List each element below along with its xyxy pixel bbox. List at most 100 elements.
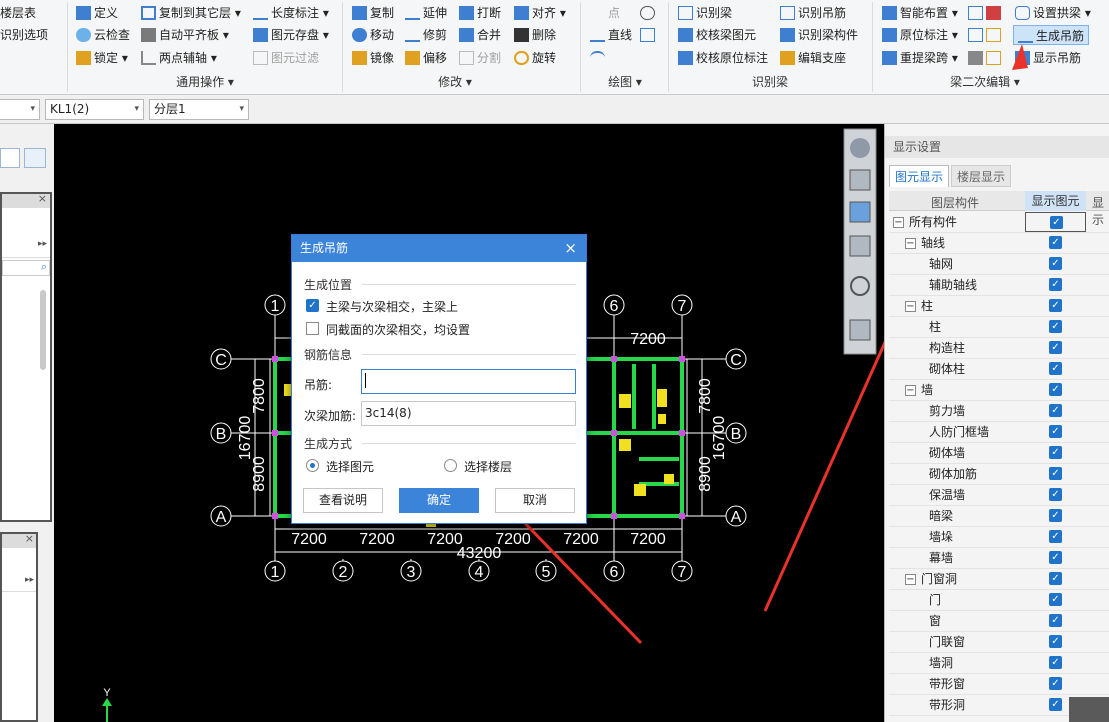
set-arch-beam-button[interactable]: 设置拱梁 ▾ — [1015, 3, 1091, 23]
collapse-icon[interactable]: − — [905, 301, 916, 312]
recognize-options-button[interactable]: 识别选项 — [0, 25, 48, 45]
list-view-icon[interactable] — [0, 148, 20, 168]
tree-row[interactable]: 保温墙 ✓ — [889, 485, 1109, 506]
element-combo[interactable]: KL1(2) ▾ — [45, 99, 144, 120]
checkbox-unchecked-icon[interactable] — [306, 322, 319, 335]
tree-row[interactable]: 辅助轴线 ✓ — [889, 275, 1109, 296]
tree-row[interactable]: − 所有构件 ✓ — [889, 212, 1109, 233]
checkbox-checked-icon[interactable]: ✓ — [1049, 530, 1062, 543]
tree-row[interactable]: 剪力墙 ✓ — [889, 401, 1109, 422]
search-input[interactable]: ⌕ — [2, 260, 50, 276]
radio-selected-icon[interactable] — [306, 459, 319, 472]
close-icon[interactable]: × — [25, 532, 34, 545]
checkbox-checked-icon[interactable]: ✓ — [1049, 593, 1062, 606]
break-button[interactable]: 打断 — [459, 3, 501, 23]
checkbox-checked-icon[interactable]: ✓ — [1049, 635, 1062, 648]
checkbox-checked-icon[interactable]: ✓ — [1049, 383, 1062, 396]
checkbox-checked-icon[interactable]: ✓ — [1049, 467, 1062, 480]
tree-row[interactable]: 构造柱 ✓ — [889, 338, 1109, 359]
smart-place-button[interactable]: 智能布置 ▾ — [882, 3, 958, 23]
3d-view-icon[interactable] — [849, 169, 871, 191]
tree-row[interactable]: 带形窗 ✓ — [889, 674, 1109, 695]
checkbox-checked-icon[interactable]: ✓ — [1049, 278, 1062, 291]
checkbox-checked-icon[interactable]: ✓ — [1049, 656, 1062, 669]
hanger-input[interactable] — [361, 369, 576, 394]
resize-grip[interactable] — [1069, 697, 1109, 722]
original-label-button[interactable]: 原位标注 ▾ — [882, 25, 958, 45]
tree-row[interactable]: − 门窗洞 ✓ — [889, 569, 1109, 590]
expand-icon[interactable]: ▸▸ — [38, 239, 47, 249]
mirror-button[interactable]: 镜像 — [352, 48, 394, 68]
align-button[interactable]: 对齐 ▾ — [514, 3, 566, 23]
split-button[interactable]: 分割 — [459, 48, 501, 68]
expand-icon[interactable]: ▸▸ — [25, 575, 34, 585]
tree-row[interactable]: − 轴线 ✓ — [889, 233, 1109, 254]
close-icon[interactable]: × — [38, 192, 47, 205]
check-original-label-button[interactable]: 校核原位标注 — [678, 48, 768, 68]
checkbox-checked-icon[interactable]: ✓ — [1049, 551, 1062, 564]
recognize-beam-button[interactable]: 识别梁 — [678, 3, 732, 23]
arc-draw-button[interactable] — [590, 48, 608, 68]
close-icon[interactable]: × — [564, 235, 577, 262]
tree-row[interactable]: − 柱 ✓ — [889, 296, 1109, 317]
checkbox-checked-icon[interactable]: ✓ — [1049, 614, 1062, 627]
tree-row[interactable]: 门 ✓ — [889, 590, 1109, 611]
secondary-beam-input[interactable]: 3c14(8) — [361, 401, 576, 426]
tree-row[interactable]: 砌体墙 ✓ — [889, 443, 1109, 464]
checkbox-checked-icon[interactable]: ✓ — [1049, 299, 1062, 312]
checkbox-checked-icon[interactable]: ✓ — [1049, 362, 1062, 375]
collapse-icon[interactable]: − — [905, 574, 916, 585]
card-view-icon[interactable] — [24, 148, 46, 168]
checkbox-checked-icon[interactable]: ✓ — [306, 299, 319, 312]
auto-level-slab-button[interactable]: 自动平齐板 ▾ — [141, 25, 229, 45]
tree-row[interactable]: 砌体柱 ✓ — [889, 359, 1109, 380]
cancel-button[interactable]: 取消 — [495, 488, 575, 513]
rotate-button[interactable]: 旋转 — [514, 48, 556, 68]
tree-row[interactable]: 柱 ✓ — [889, 317, 1109, 338]
checkbox-checked-icon[interactable]: ✓ — [1050, 216, 1063, 229]
tree-row[interactable]: 暗梁 ✓ — [889, 506, 1109, 527]
length-dimension-button[interactable]: 长度标注 ▾ — [253, 3, 329, 23]
ok-button[interactable]: 确定 — [399, 488, 479, 513]
layer-toggle-icon[interactable] — [849, 319, 871, 341]
help-button[interactable]: 查看说明 — [303, 488, 383, 513]
collapse-icon[interactable]: − — [893, 217, 904, 228]
tree-row[interactable]: 墙垛 ✓ — [889, 527, 1109, 548]
orbit-icon[interactable] — [850, 138, 870, 158]
checkbox-checked-icon[interactable]: ✓ — [1049, 236, 1062, 249]
point-button[interactable]: 点 — [590, 3, 620, 23]
radio-unselected-icon[interactable] — [444, 459, 457, 472]
tree-row[interactable]: 幕墙 ✓ — [889, 548, 1109, 569]
checkbox-checked-icon[interactable]: ✓ — [1049, 404, 1062, 417]
checkbox-checked-icon[interactable]: ✓ — [1049, 425, 1062, 438]
copy-button[interactable]: 复制 — [352, 3, 394, 23]
small-tool-1[interactable] — [968, 3, 1004, 23]
tree-row[interactable]: 窗 ✓ — [889, 611, 1109, 632]
save-element-button[interactable]: 图元存盘 ▾ — [253, 25, 329, 45]
check-beam-element-button[interactable]: 校核梁图元 — [678, 25, 756, 45]
checkbox-checked-icon[interactable]: ✓ — [1049, 488, 1062, 501]
checkbox-checked-icon[interactable]: ✓ — [1049, 446, 1062, 459]
floor-table-button[interactable]: 楼层表 — [0, 3, 36, 23]
tab-floor-display[interactable]: 楼层显示 — [951, 165, 1011, 187]
trim-button[interactable]: 修剪 — [405, 25, 447, 45]
top-view-icon[interactable] — [849, 201, 871, 223]
tree-row[interactable]: 墙洞 ✓ — [889, 653, 1109, 674]
define-button[interactable]: 定义 — [76, 3, 118, 23]
collapse-icon[interactable]: − — [905, 238, 916, 249]
tree-row[interactable]: − 墙 ✓ — [889, 380, 1109, 401]
extend-button[interactable]: 延伸 — [405, 3, 447, 23]
checkbox-checked-icon[interactable]: ✓ — [1049, 677, 1062, 690]
cloud-check-button[interactable]: 云检查 — [76, 25, 130, 45]
checkbox-checked-icon[interactable]: ✓ — [1049, 698, 1062, 711]
move-button[interactable]: 移动 — [352, 25, 394, 45]
checkbox-checked-icon[interactable]: ✓ — [1049, 341, 1062, 354]
reextract-span-button[interactable]: 重提梁跨 ▾ — [882, 48, 958, 68]
floor-combo[interactable]: ▾ — [0, 99, 40, 120]
two-point-axis-button[interactable]: 两点辅轴 ▾ — [141, 48, 217, 68]
tree-row[interactable]: 门联窗 ✓ — [889, 632, 1109, 653]
offset-button[interactable]: 偏移 — [405, 48, 447, 68]
checkbox-checked-icon[interactable]: ✓ — [1049, 257, 1062, 270]
merge-button[interactable]: 合并 — [459, 25, 501, 45]
tab-element-display[interactable]: 图元显示 — [889, 165, 949, 187]
